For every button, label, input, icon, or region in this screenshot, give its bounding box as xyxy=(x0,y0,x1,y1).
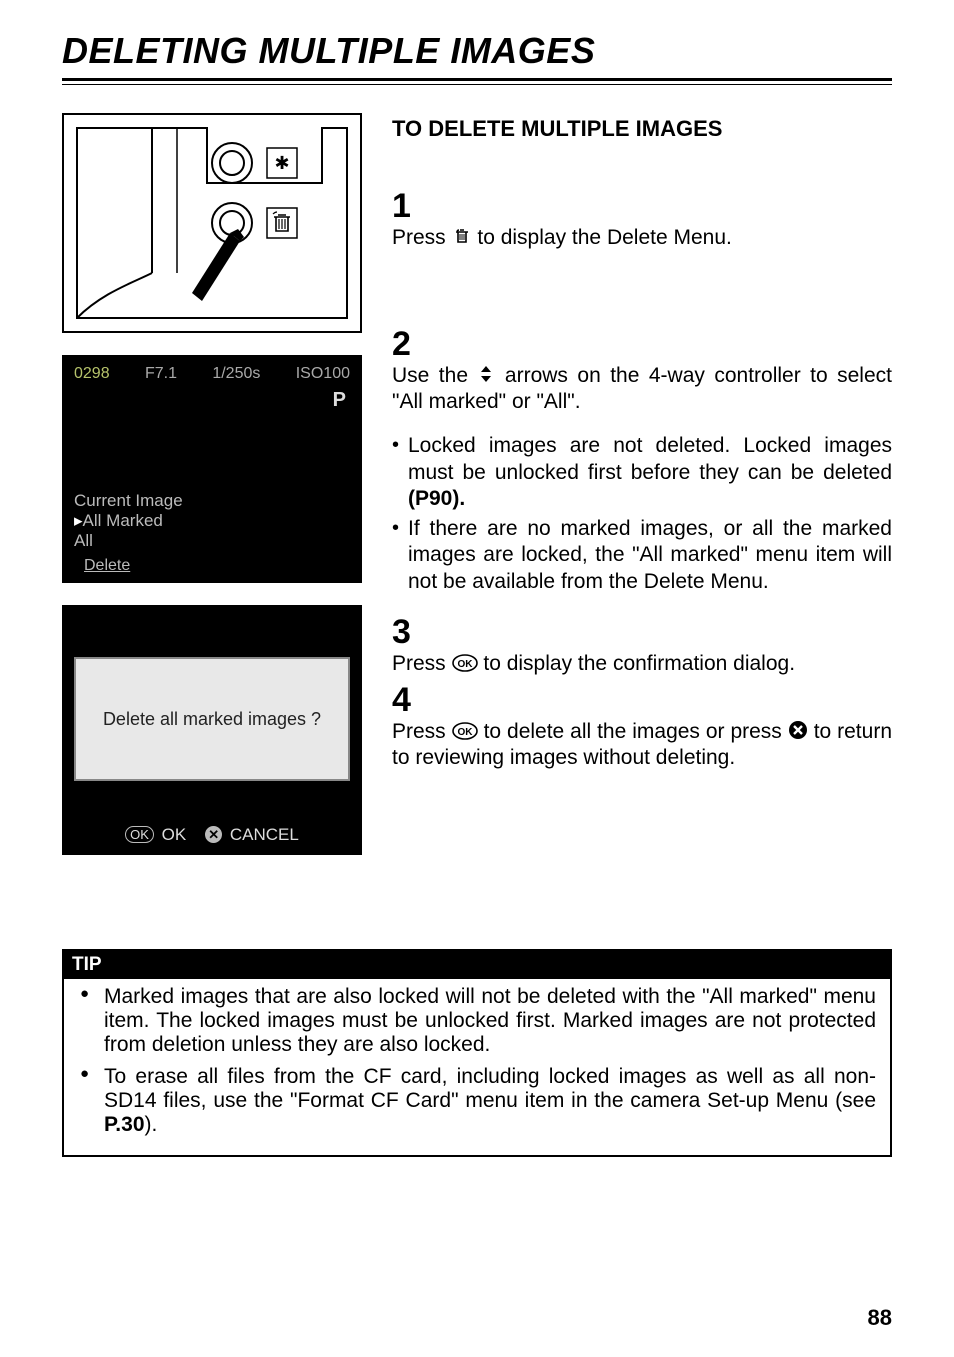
tip-heading: TIP xyxy=(64,951,890,979)
step-number-1: 1 xyxy=(392,189,892,223)
step-2-notes: Locked images are not deleted. Locked im… xyxy=(392,433,892,595)
confirm-button-bar: OK OK ✕ CANCEL xyxy=(64,819,360,853)
page-title: DELETING MULTIPLE IMAGES xyxy=(62,30,892,72)
lcd-mode-flag: P xyxy=(74,383,350,412)
page-number: 88 xyxy=(868,1305,892,1331)
lcd-shutter: 1/250s xyxy=(212,365,260,383)
tip-item-1: Marked images that are also locked will … xyxy=(78,985,876,1057)
lcd-option-allmarked: All Marked xyxy=(83,511,163,530)
camera-diagram: ✱ xyxy=(62,113,362,333)
selection-caret-icon: ▸ xyxy=(74,511,83,530)
section-subheading: TO DELETE MULTIPLE IMAGES xyxy=(392,115,892,143)
cancel-x-icon xyxy=(788,720,808,740)
updown-arrows-icon xyxy=(477,364,495,384)
step-4-text: Press OK to delete all the images or pre… xyxy=(392,719,892,772)
step-3-text: Press OK to display the confirmation dia… xyxy=(392,651,892,677)
lcd-confirm-dialog: Delete all marked images ? OK OK ✕ CANCE… xyxy=(62,605,362,855)
step-1-text: Press to display the Delete Menu. xyxy=(392,225,892,251)
manual-page: DELETING MULTIPLE IMAGES xyxy=(0,0,954,1357)
instructions-column: TO DELETE MULTIPLE IMAGES 1 Press to dis… xyxy=(392,113,892,855)
tip-body: Marked images that are also locked will … xyxy=(64,979,890,1155)
tip-item-2: To erase all files from the CF card, inc… xyxy=(78,1065,876,1137)
lcd-delete-options: Current Image ▸All Marked All xyxy=(74,491,183,551)
two-column-layout: ✱ xyxy=(62,113,892,855)
confirm-prompt-text: Delete all marked images ? xyxy=(103,709,321,730)
ok-button-icon: OK xyxy=(452,722,478,740)
svg-text:✱: ✱ xyxy=(274,153,289,173)
ok-badge-icon: OK xyxy=(125,826,154,843)
lcd-iso: ISO100 xyxy=(296,365,350,383)
lcd-aperture: F7.1 xyxy=(145,365,177,383)
cancel-label: CANCEL xyxy=(230,825,299,844)
svg-text:OK: OK xyxy=(457,659,473,670)
ok-button-icon: OK xyxy=(452,654,478,672)
step-number-4: 4 xyxy=(392,683,892,717)
lcd-menu-title: Delete xyxy=(84,557,130,575)
lcd-frame-counter: 0298 xyxy=(74,365,110,383)
lcd-status-bar: 0298 F7.1 1/250s ISO100 xyxy=(74,365,350,383)
step-number-2: 2 xyxy=(392,327,892,361)
note-locked-images: Locked images are not deleted. Locked im… xyxy=(392,433,892,512)
trash-icon xyxy=(452,226,472,246)
lcd-option-all: All xyxy=(74,531,183,551)
step-number-3: 3 xyxy=(392,615,892,649)
step-2-text: Use the arrows on the 4-way controller t… xyxy=(392,363,892,416)
title-rule xyxy=(62,78,892,85)
cancel-badge-icon: ✕ xyxy=(205,826,222,843)
ok-label: OK xyxy=(162,825,187,844)
svg-text:OK: OK xyxy=(457,727,473,738)
tip-box: TIP Marked images that are also locked w… xyxy=(62,949,892,1157)
note-no-marked: If there are no marked images, or all th… xyxy=(392,516,892,595)
lcd-option-current: Current Image xyxy=(74,491,183,511)
figures-column: ✱ xyxy=(62,113,362,855)
lcd-delete-menu: 0298 F7.1 1/250s ISO100 P Current Image … xyxy=(62,355,362,583)
confirm-prompt: Delete all marked images ? xyxy=(74,657,350,781)
